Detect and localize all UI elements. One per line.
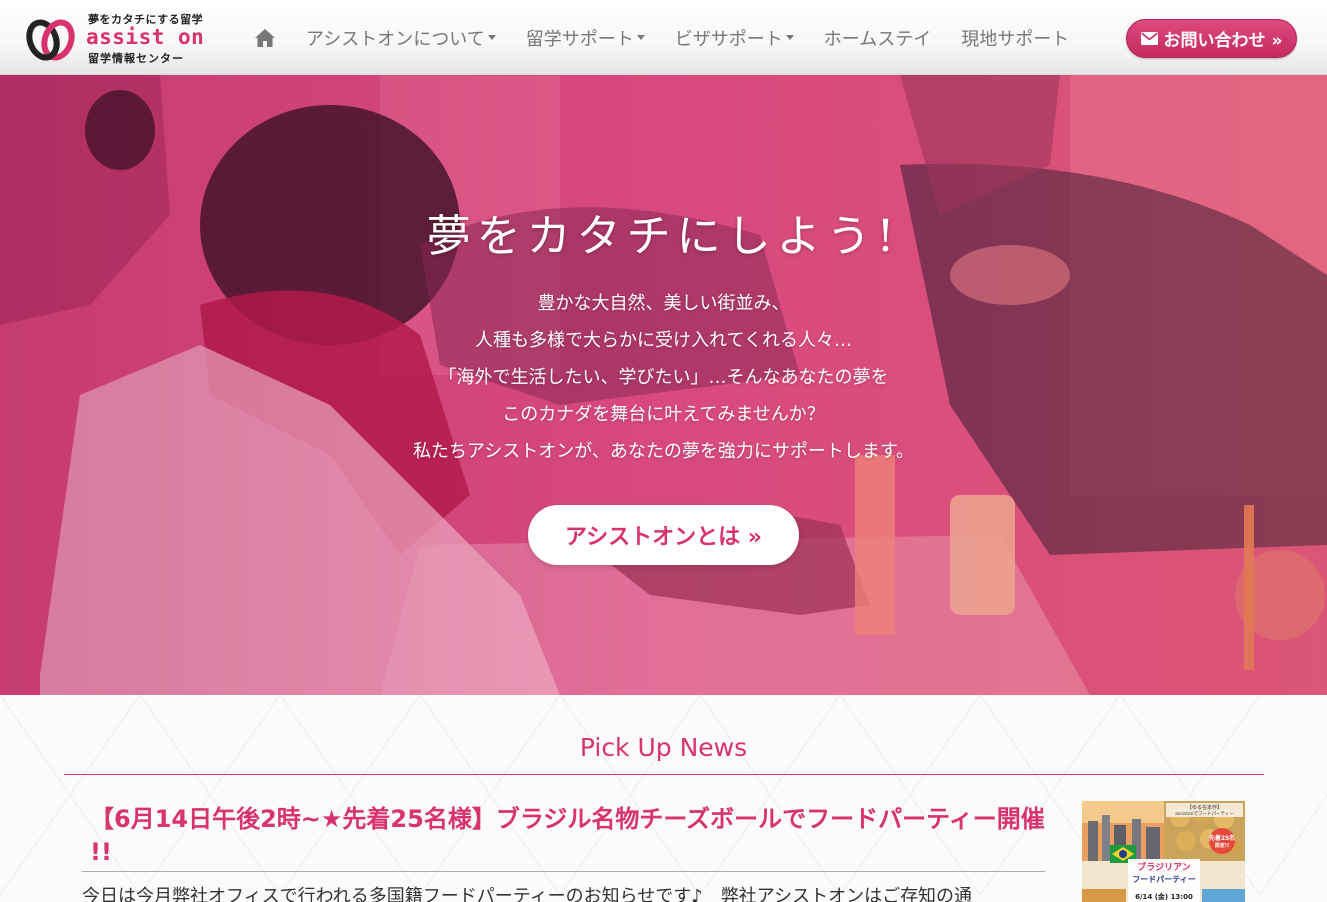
hero-line: 人種も多様で大らかに受け入れてくれる人々… (475, 330, 852, 351)
hero-line: 「海外で生活したい、学びたい」…そんなあなたの夢を (438, 367, 889, 388)
nav-item-visa-support[interactable]: ビザサポート (675, 25, 794, 51)
thumbnail-banner-line1: ブラジリアン (1137, 861, 1190, 873)
site-header: 夢をカタチにする留学 assist on 留学情報センター アシストオンについて… (0, 0, 1327, 75)
main-nav: アシストオンについて 留学サポート ビザサポート ホームステイ 現地サポート (250, 0, 1099, 75)
hero-line: 私たちアシストオンが、あなたの夢を強力にサポートします。 (412, 441, 915, 462)
section-divider (64, 774, 1264, 775)
news-article-thumbnail[interactable]: 【ゆる在本作】 assistonでフードパーティー 先着25名 限定!! ブラジ… (1082, 801, 1245, 902)
home-icon (255, 28, 275, 47)
thumbnail-note-body: assistonでフードパーティー (1175, 811, 1234, 817)
pickup-news-section: Pick Up News 【6月14日午後2時~★先着25名様】ブラジル名物チー… (0, 695, 1327, 902)
nav-item-label: ホームステイ (823, 28, 932, 50)
nav-item-about[interactable]: アシストオンについて (306, 25, 496, 51)
nav-home-link[interactable] (250, 23, 280, 53)
hero-title: 夢をカタチにしよう! (426, 211, 901, 262)
logo-name: assist on (86, 25, 205, 49)
hero-description: 豊かな大自然、美しい街並み、 人種も多様で大らかに受け入れてくれる人々… 「海外… (0, 290, 1327, 475)
contact-button-label: お問い合わせ » (1163, 31, 1283, 51)
thumbnail-badge: 先着25名 (1209, 834, 1235, 842)
news-article-title-link[interactable]: 【6月14日午後2時~★先着25名様】ブラジル名物チーズボールでフードパーティー… (90, 803, 1050, 869)
logo-mark-icon (26, 19, 75, 61)
thumbnail-badge-sub: 限定!! (1215, 842, 1230, 849)
caret-down-icon (785, 35, 794, 40)
site-logo[interactable]: 夢をカタチにする留学 assist on 留学情報センター (24, 10, 214, 66)
article-divider (82, 871, 1045, 872)
news-article-excerpt: 今日は今月弊社オフィスで行われる多国籍フードパーティーのお知らせです♪ 弊社アシ… (82, 886, 973, 902)
logo-subtitle: 留学情報センター (88, 52, 184, 65)
thumbnail-note-title: 【ゆる在本作】 (1187, 804, 1222, 811)
contact-button[interactable]: お問い合わせ » (1126, 19, 1297, 58)
thumbnail-banner-line2: フードパーティー (1132, 874, 1196, 884)
hero-line: 豊かな大自然、美しい街並み、 (537, 293, 790, 314)
thumbnail-date: 6/14 (金) 13:00 (1135, 892, 1193, 901)
about-assist-on-button[interactable]: アシストオンとは » (528, 505, 799, 565)
hero-section: 夢をカタチにしよう! 豊かな大自然、美しい街並み、 人種も多様で大らかに受け入れ… (0, 75, 1327, 695)
envelope-icon (1140, 32, 1158, 45)
nav-item-homestay[interactable]: ホームステイ (824, 25, 931, 51)
nav-item-study-support[interactable]: 留学サポート (526, 25, 645, 51)
caret-down-icon (636, 35, 645, 40)
nav-item-label: ビザサポート (674, 28, 783, 50)
nav-item-label: アシストオンについて (306, 28, 485, 50)
nav-item-label: 現地サポート (961, 28, 1070, 50)
hero-line: このカナダを舞台に叶えてみませんか？ (502, 404, 825, 425)
nav-item-label: 留学サポート (525, 28, 634, 50)
pickup-news-heading: Pick Up News (579, 733, 748, 762)
caret-down-icon (487, 35, 496, 40)
nav-item-local-support[interactable]: 現地サポート (961, 25, 1069, 51)
thumbnail-image: 【ゆる在本作】 assistonでフードパーティー 先着25名 限定!! ブラジ… (1082, 801, 1245, 902)
